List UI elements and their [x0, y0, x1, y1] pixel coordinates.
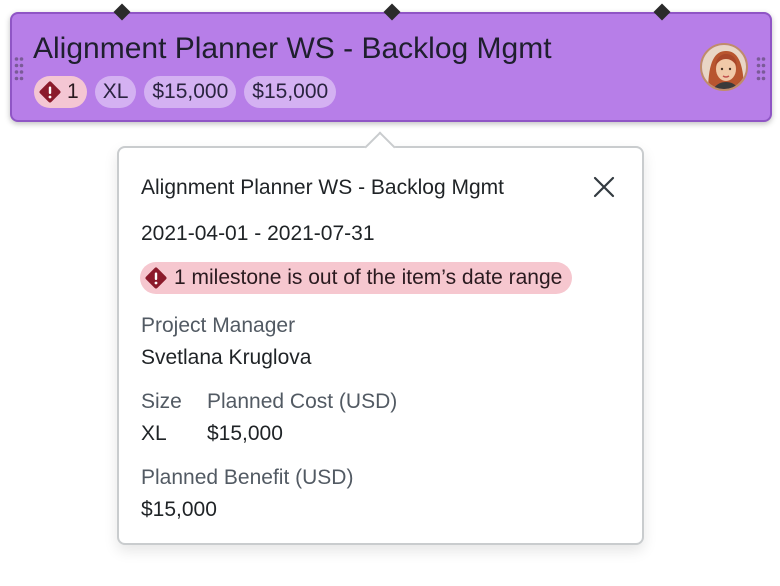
drag-handle-icon[interactable] [14, 56, 24, 82]
warning-diamond-icon [145, 267, 167, 289]
planned-benefit-label: Planned Benefit (USD) [141, 466, 354, 489]
date-range-alert: 1 milestone is out of the item’s date ra… [140, 262, 573, 294]
size-chip: XL [94, 76, 137, 108]
warning-diamond-icon [39, 81, 61, 103]
planned-cost-value: $15,000 [207, 422, 283, 445]
popover-title: Alignment Planner WS - Backlog Mgmt [141, 176, 504, 199]
alert-text: 1 milestone is out of the item’s date ra… [174, 266, 563, 289]
roadmap-item-card[interactable]: Alignment Planner WS - Backlog Mgmt 1 XL… [10, 3, 772, 122]
connector-anchor-icon[interactable] [112, 2, 132, 22]
stage: Alignment Planner WS - Backlog Mgmt 1 XL… [0, 0, 780, 586]
popover-arrow [364, 131, 396, 163]
avatar[interactable] [700, 43, 748, 91]
size-value: XL [141, 422, 167, 445]
warning-chip[interactable]: 1 [34, 76, 87, 108]
project-manager-value: Svetlana Kruglova [141, 346, 312, 369]
connector-anchor-icon[interactable] [382, 2, 402, 22]
size-label: Size [141, 390, 182, 413]
card-title: Alignment Planner WS - Backlog Mgmt [33, 32, 552, 65]
planned-benefit-value: $15,000 [141, 498, 217, 521]
warning-count: 1 [67, 80, 79, 103]
planned-cost-label: Planned Cost (USD) [207, 390, 398, 413]
planned-cost-chip: $15,000 [144, 76, 237, 108]
item-details-popover: Alignment Planner WS - Backlog Mgmt 2021… [117, 131, 644, 545]
date-range: 2021-04-01 - 2021-07-31 [141, 222, 375, 245]
card-chips: 1 XL $15,000 $15,000 [34, 76, 337, 108]
project-manager-label: Project Manager [141, 314, 296, 337]
connector-anchor-icon[interactable] [652, 2, 672, 22]
avatar-image [702, 45, 746, 89]
planned-benefit-chip: $15,000 [244, 76, 337, 108]
close-icon[interactable] [591, 174, 617, 200]
drag-handle-icon[interactable] [756, 56, 766, 82]
